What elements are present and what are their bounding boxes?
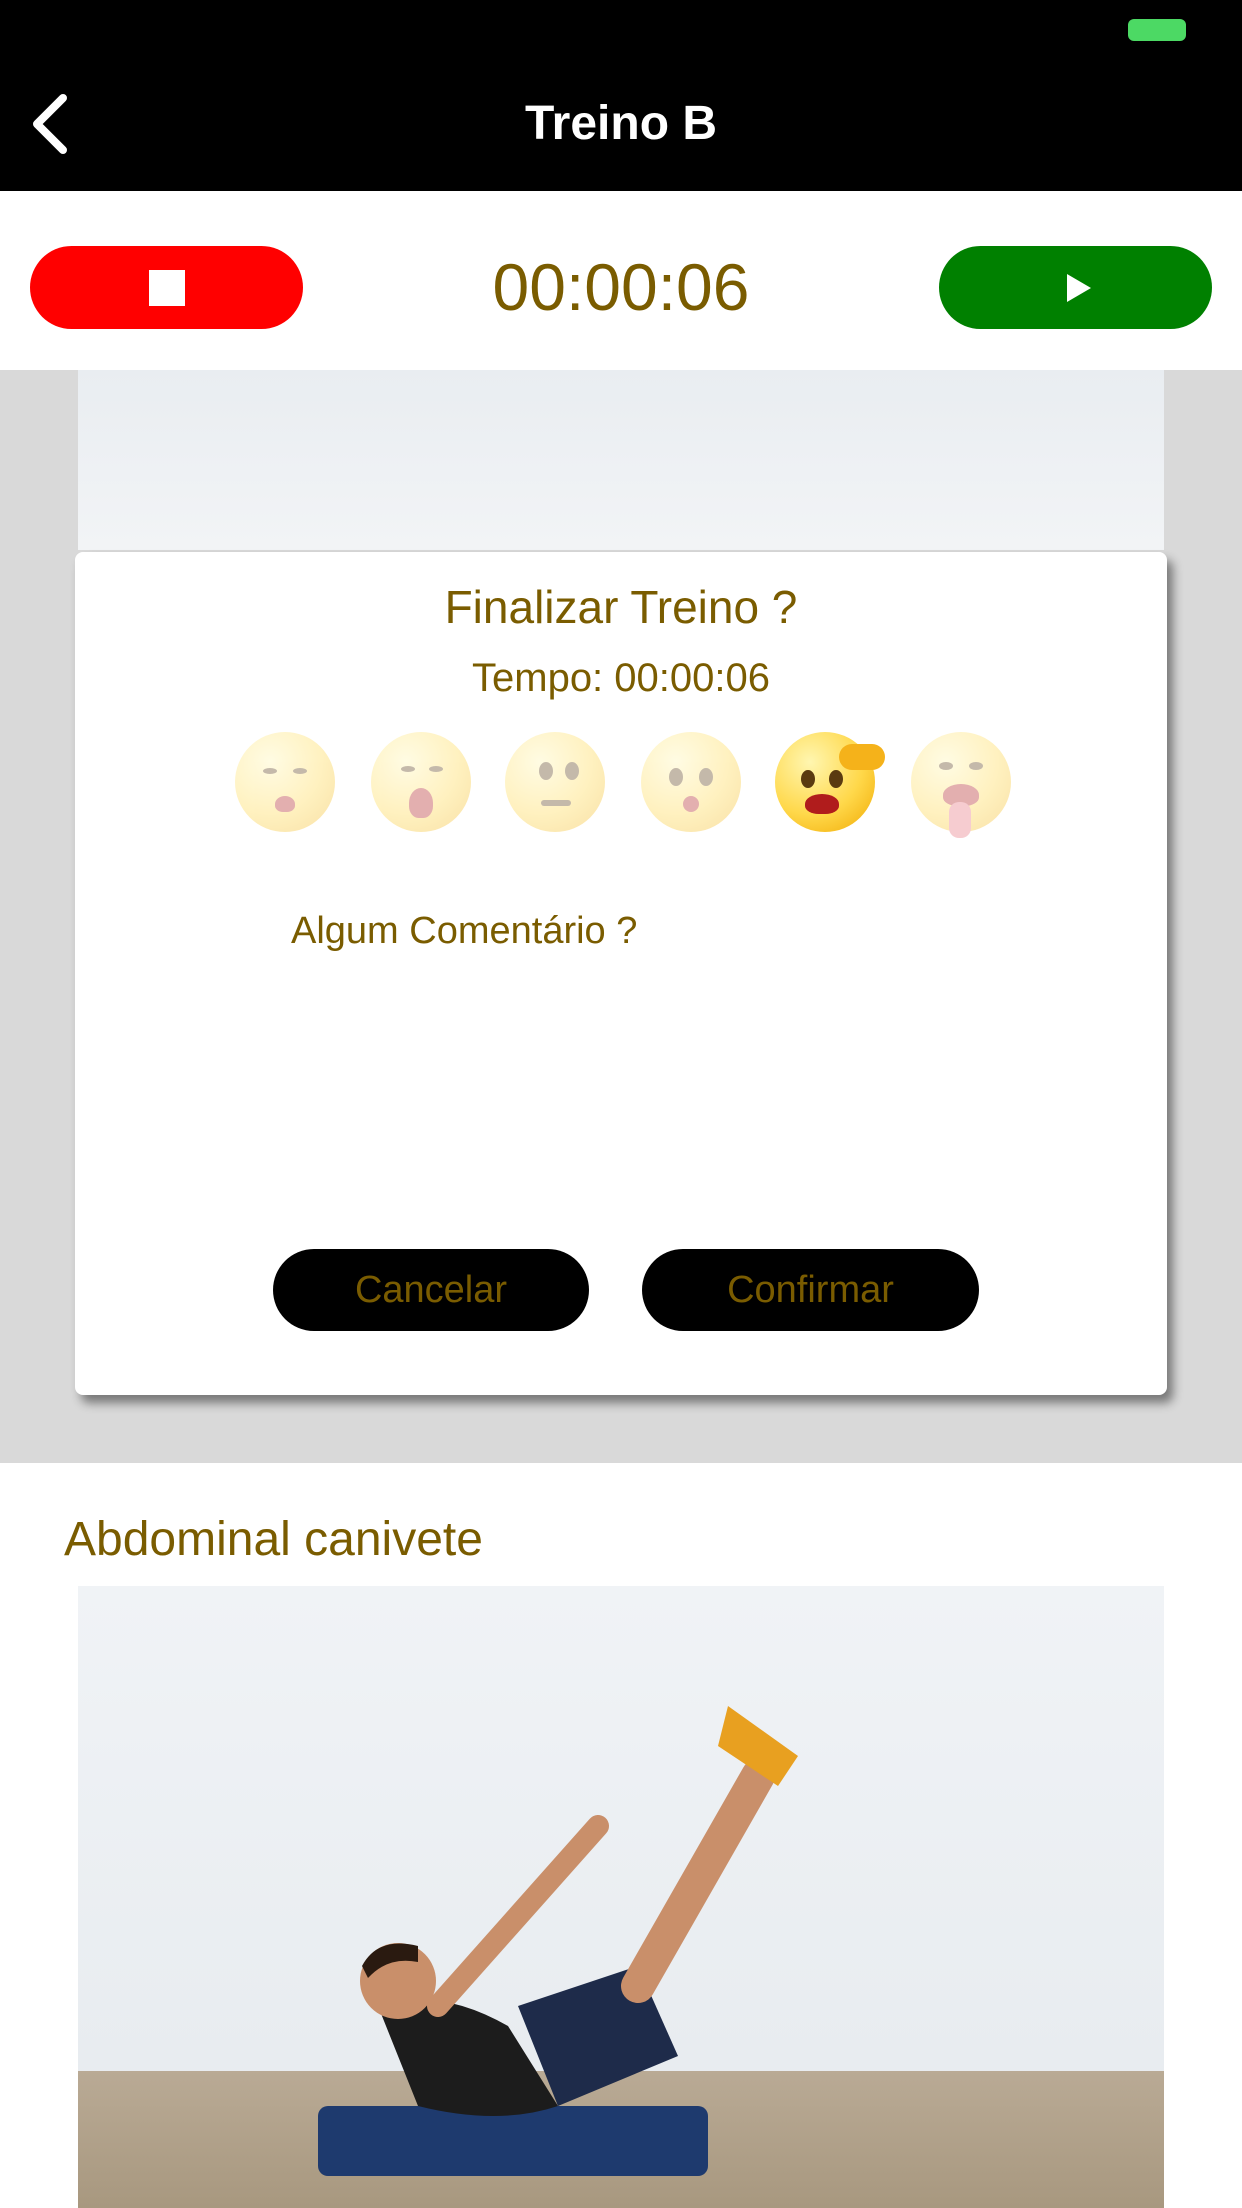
timer-bar: 00:00:06 [0, 191, 1242, 370]
dialog-elapsed-time: Tempo: 00:00:06 [472, 656, 770, 700]
play-button[interactable] [939, 246, 1212, 329]
play-icon [1066, 273, 1091, 302]
confused-face-icon[interactable] [505, 732, 605, 832]
exercise-image-previous [78, 370, 1164, 550]
effort-rating [235, 732, 1015, 842]
comment-input[interactable] [275, 972, 975, 1232]
tongue-out-face-icon[interactable] [911, 732, 1011, 838]
yawning-face-icon[interactable] [371, 732, 471, 832]
confirm-button[interactable]: Confirmar [642, 1249, 979, 1331]
page-title: Treino B [524, 97, 718, 150]
surprised-face-icon[interactable] [641, 732, 741, 832]
dialog-title: Finalizar Treino ? [444, 581, 798, 633]
exercise-title: Abdominal canivete [64, 1513, 483, 1566]
navigation-bar: Treino B [0, 0, 1242, 191]
sleepy-face-icon[interactable] [235, 732, 335, 832]
finish-workout-dialog: Finalizar Treino ? Tempo: 00:00:06 Algum… [75, 552, 1167, 1395]
exercise-image [78, 1586, 1164, 2208]
exercise-illustration [318, 1706, 798, 2176]
battery-icon [1128, 19, 1186, 41]
exhausted-face-icon[interactable] [775, 732, 885, 832]
comment-label: Algum Comentário ? [291, 910, 638, 952]
cancel-button[interactable]: Cancelar [273, 1249, 589, 1331]
